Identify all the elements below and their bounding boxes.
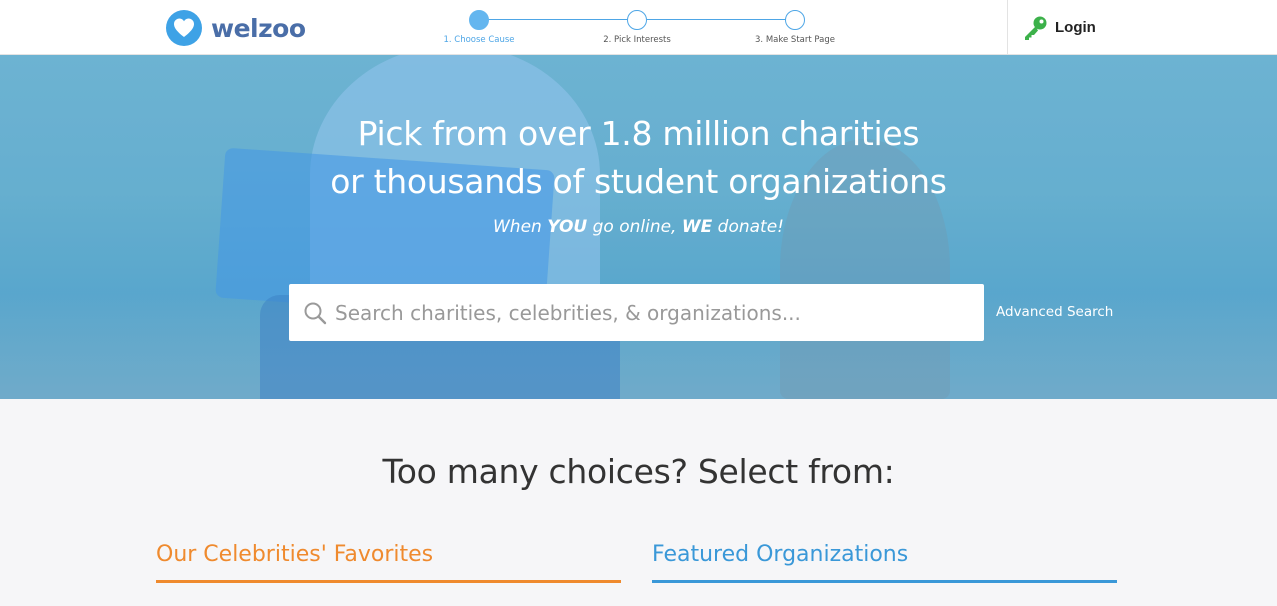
tagline-part: When [493, 217, 548, 237]
tagline-we: WE [681, 217, 713, 237]
tagline-part: go online, [587, 217, 682, 237]
brand-name: welzoo [211, 13, 306, 43]
hero-title: Pick from over 1.8 million charities or … [0, 110, 1277, 206]
search-icon [304, 302, 327, 324]
login-button[interactable]: Login [1007, 0, 1277, 55]
step-make-start-page[interactable]: 3. Make Start Page [725, 8, 865, 45]
tagline-you: YOU [547, 217, 588, 237]
hero-banner: Pick from over 1.8 million charities or … [0, 55, 1277, 399]
step-dot [627, 10, 647, 30]
hero-tagline: When YOU go online, WE donate! [0, 217, 1277, 237]
step-label: 1. Choose Cause [443, 35, 515, 45]
tab-featured-organizations[interactable]: Featured Organizations [652, 541, 1117, 583]
heart-logo-icon [166, 10, 202, 46]
step-dot [785, 10, 805, 30]
hero-title-line2: or thousands of student organizations [330, 162, 947, 201]
hero-title-line1: Pick from over 1.8 million charities [357, 114, 920, 153]
step-dot [469, 10, 489, 30]
step-choose-cause[interactable]: 1. Choose Cause [409, 8, 549, 45]
advanced-search-link[interactable]: Advanced Search [996, 304, 1113, 320]
search-input[interactable] [335, 292, 965, 333]
choices-heading: Too many choices? Select from: [382, 452, 895, 491]
progress-steps: 1. Choose Cause 2. Pick Interests 3. Mak… [430, 8, 850, 52]
tab-celebrities-favorites[interactable]: Our Celebrities' Favorites [156, 541, 621, 583]
step-label: 2. Pick Interests [603, 35, 671, 45]
step-pick-interests[interactable]: 2. Pick Interests [567, 8, 707, 45]
top-navbar: welzoo 1. Choose Cause 2. Pick Interests… [0, 0, 1277, 55]
tagline-part: donate! [712, 217, 784, 237]
step-label: 3. Make Start Page [755, 35, 835, 45]
key-icon [1025, 16, 1047, 40]
welzoo-logo[interactable]: welzoo [166, 10, 306, 46]
login-label: Login [1055, 19, 1096, 36]
search-box[interactable] [289, 284, 984, 341]
